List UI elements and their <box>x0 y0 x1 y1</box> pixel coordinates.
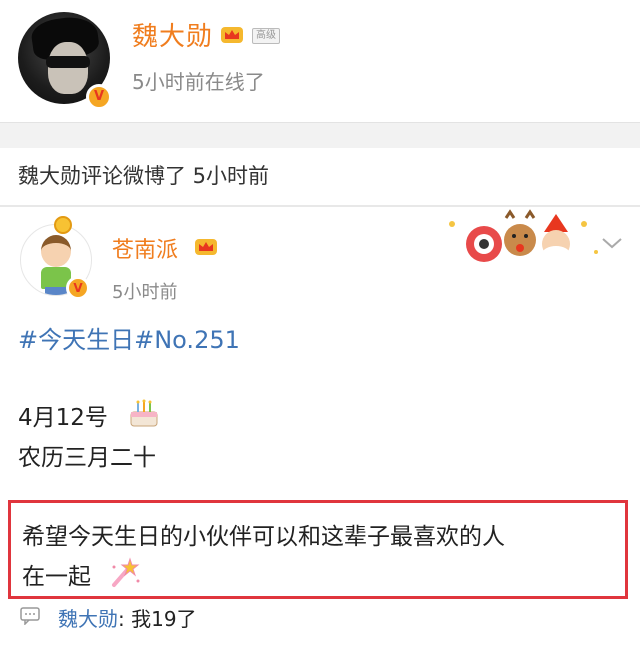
post-time: 5小时前 <box>112 282 178 303</box>
chevron-down-icon[interactable] <box>600 236 624 250</box>
comment-text: 我19了 <box>131 607 197 631</box>
magic-wand-icon <box>112 557 140 587</box>
comment-author[interactable]: 魏大勋 <box>58 607 118 631</box>
online-status: 5小时前在线了 <box>132 70 265 94</box>
hashtag-link[interactable]: #今天生日# <box>18 326 154 354</box>
post-author-name[interactable]: 苍南派 <box>112 232 178 264</box>
post-date: 4月12号 <box>18 405 108 431</box>
post-hashtag[interactable]: #今天生日#No.251 <box>18 320 240 355</box>
crown-icon <box>221 27 243 43</box>
profile-header: V 魏大勋 高级 5小时前在线了 <box>0 0 640 122</box>
number-tag: No.251 <box>154 326 240 354</box>
profile-name[interactable]: 魏大勋 <box>132 16 213 53</box>
member-tag: 高级 <box>252 28 280 44</box>
comment-sep: : <box>118 607 132 631</box>
activity-divider <box>0 205 640 207</box>
crown-icon <box>195 239 217 255</box>
verified-badge-icon: V <box>86 84 112 110</box>
verified-badge-icon: V <box>66 276 90 300</box>
coin-icon <box>54 216 72 234</box>
post-wish-line-1: 希望今天生日的小伙伴可以和这辈子最喜欢的人 <box>22 524 505 550</box>
post-wish-line-2: 在一起 <box>22 564 91 590</box>
activity-summary: 魏大勋评论微博了 5小时前 <box>18 164 270 188</box>
post-lunar-date: 农历三月二十 <box>18 445 156 471</box>
comment-icon <box>20 607 40 625</box>
section-divider <box>0 122 640 148</box>
christmas-sticker-icon <box>449 209 598 262</box>
comment-line[interactable]: 魏大勋: 我19了 <box>58 603 197 632</box>
cake-icon <box>130 399 158 427</box>
